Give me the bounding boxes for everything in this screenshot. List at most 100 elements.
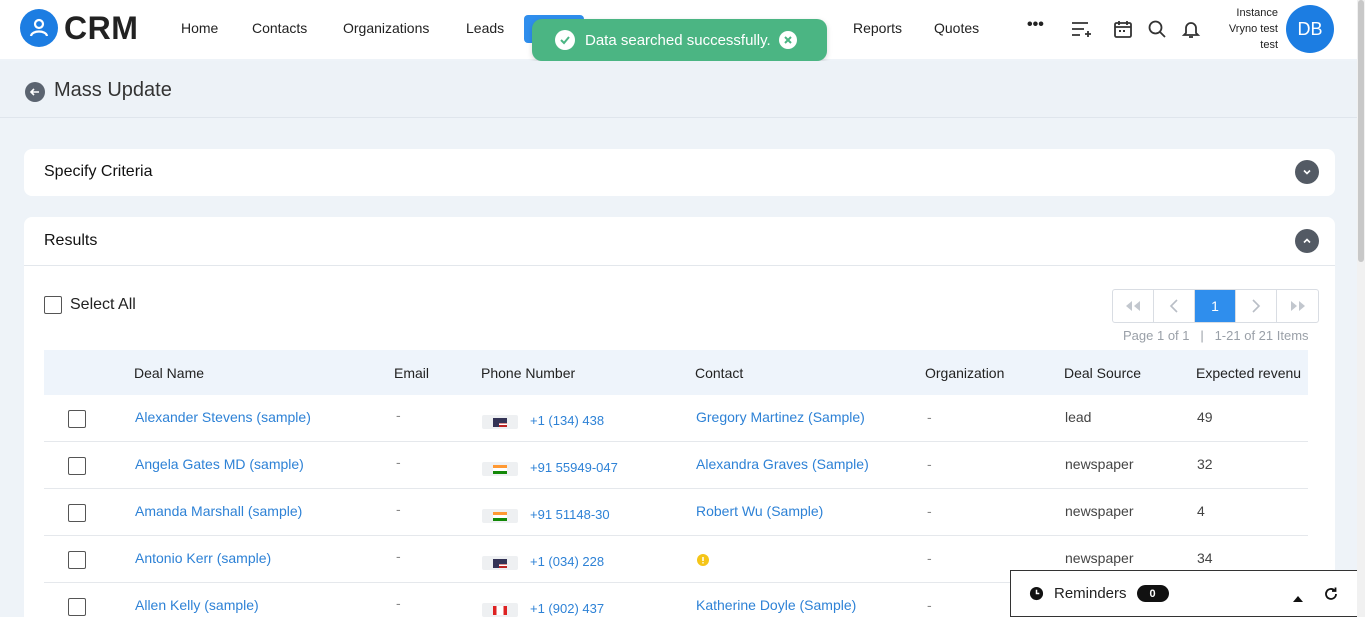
prev-page-button[interactable] [1154, 290, 1195, 322]
organization-value: - [927, 550, 932, 566]
nav-organizations[interactable]: Organizations [343, 20, 429, 36]
col-organization[interactable]: Organization [925, 365, 1004, 381]
app-logo[interactable]: CRM [20, 9, 138, 47]
crm-logo-icon [20, 9, 58, 47]
page-header: Mass Update [0, 61, 1357, 118]
chevron-down-icon[interactable] [1295, 160, 1319, 184]
email-value: - [396, 407, 401, 423]
deal-name-link[interactable]: Alexander Stevens (sample) [135, 409, 311, 425]
phone-link[interactable]: +1 (034) 228 [530, 554, 604, 569]
deal-source-value: newspaper [1065, 456, 1134, 472]
nav-leads[interactable]: Leads [466, 20, 504, 36]
row-checkbox[interactable] [68, 504, 86, 522]
results-card: Results Select All 1 Page 1 of 1 | 1-21 … [24, 217, 1335, 617]
select-all-label: Select All [70, 296, 136, 313]
search-icon[interactable] [1145, 17, 1169, 41]
instance-name: Instance Vryno test test [1214, 5, 1278, 53]
quick-add-list-icon[interactable] [1069, 17, 1093, 41]
email-value: - [396, 548, 401, 564]
items-info: 1-21 of 21 Items [1214, 328, 1309, 343]
reminders-count-badge: 0 [1136, 585, 1169, 602]
instance-line-2: Vryno test [1228, 23, 1278, 35]
email-value: - [396, 454, 401, 470]
divider [24, 265, 1335, 266]
next-page-button[interactable] [1236, 290, 1277, 322]
canada-flag-icon [482, 603, 518, 617]
page-title: Mass Update [54, 79, 172, 101]
expected-revenue-value: 32 [1197, 456, 1213, 472]
reminders-widget[interactable]: Reminders 0 [1010, 570, 1358, 617]
phone-link[interactable]: +1 (902) 437 [530, 601, 604, 616]
select-all-control[interactable]: Select All [44, 296, 136, 314]
nav-contacts[interactable]: Contacts [252, 20, 307, 36]
toast-message: Data searched successfully. [585, 31, 771, 49]
contact-link[interactable]: Gregory Martinez (Sample) [696, 409, 865, 425]
deal-source-value: newspaper [1065, 503, 1134, 519]
results-title: Results [44, 232, 98, 249]
deal-name-link[interactable]: Allen Kelly (sample) [135, 597, 259, 613]
expected-revenue-value: 34 [1197, 550, 1213, 566]
col-deal-name[interactable]: Deal Name [134, 365, 204, 381]
user-avatar[interactable]: DB [1286, 5, 1334, 53]
col-phone[interactable]: Phone Number [481, 365, 575, 381]
pagination: 1 [1112, 289, 1319, 323]
us-flag-icon [482, 415, 518, 429]
close-icon[interactable] [778, 31, 797, 49]
india-flag-icon [482, 509, 518, 523]
warning-icon [697, 554, 709, 566]
row-checkbox[interactable] [68, 598, 86, 616]
india-flag-icon [482, 462, 518, 476]
refresh-icon[interactable] [1323, 586, 1339, 606]
phone-link[interactable]: +1 (134) 438 [530, 413, 604, 428]
col-contact[interactable]: Contact [695, 365, 743, 381]
table-row: Amanda Marshall (sample) - +91 51148-30 … [44, 489, 1308, 536]
email-value: - [396, 595, 401, 611]
back-arrow-icon[interactable] [25, 82, 45, 102]
us-flag-icon [482, 556, 518, 570]
row-checkbox[interactable] [68, 551, 86, 569]
expected-revenue-value: 49 [1197, 409, 1213, 425]
caret-up-icon[interactable] [1292, 590, 1304, 607]
email-value: - [396, 501, 401, 517]
nav-reports[interactable]: Reports [853, 20, 902, 36]
page-scrollbar[interactable] [1357, 0, 1365, 617]
page-info: Page 1 of 1 [1123, 328, 1190, 343]
row-checkbox[interactable] [68, 410, 86, 428]
first-page-button[interactable] [1113, 290, 1154, 322]
table-row: Alexander Stevens (sample) - +1 (134) 43… [44, 395, 1308, 442]
col-email[interactable]: Email [394, 365, 429, 381]
calendar-icon[interactable] [1111, 17, 1135, 41]
nav-home[interactable]: Home [181, 20, 218, 36]
clock-icon [1029, 586, 1044, 601]
organization-value: - [927, 597, 932, 613]
reminders-label: Reminders [1054, 585, 1127, 602]
organization-value: - [927, 456, 932, 472]
deal-source-value: lead [1065, 409, 1092, 425]
chevron-up-icon[interactable] [1295, 229, 1319, 253]
bell-icon[interactable] [1179, 17, 1203, 41]
table-row: Angela Gates MD (sample) - +91 55949-047… [44, 442, 1308, 489]
deal-name-link[interactable]: Amanda Marshall (sample) [135, 503, 302, 519]
nav-quotes[interactable]: Quotes [934, 20, 979, 36]
col-deal-source[interactable]: Deal Source [1064, 365, 1141, 381]
page-1-button[interactable]: 1 [1195, 290, 1236, 322]
phone-link[interactable]: +91 51148-30 [530, 507, 610, 522]
contact-link[interactable]: Alexandra Graves (Sample) [696, 456, 869, 472]
check-circle-icon [555, 30, 575, 50]
criteria-title: Specify Criteria [44, 163, 153, 180]
phone-link[interactable]: +91 55949-047 [530, 460, 618, 475]
criteria-card[interactable]: Specify Criteria [24, 149, 1335, 196]
select-all-checkbox[interactable] [44, 296, 62, 314]
organization-value: - [927, 503, 932, 519]
scrollbar-thumb[interactable] [1358, 0, 1364, 262]
col-expected-revenue[interactable]: Expected revenu [1196, 365, 1301, 381]
contact-link[interactable]: Katherine Doyle (Sample) [696, 597, 856, 613]
contact-link[interactable]: Robert Wu (Sample) [696, 503, 823, 519]
deal-name-link[interactable]: Antonio Kerr (sample) [135, 550, 271, 566]
organization-value: - [927, 409, 932, 425]
row-checkbox[interactable] [68, 457, 86, 475]
last-page-button[interactable] [1277, 290, 1318, 322]
more-nav-button[interactable]: ••• [1027, 16, 1044, 34]
pagination-info: Page 1 of 1 | 1-21 of 21 Items [1123, 328, 1309, 343]
deal-name-link[interactable]: Angela Gates MD (sample) [135, 456, 304, 472]
